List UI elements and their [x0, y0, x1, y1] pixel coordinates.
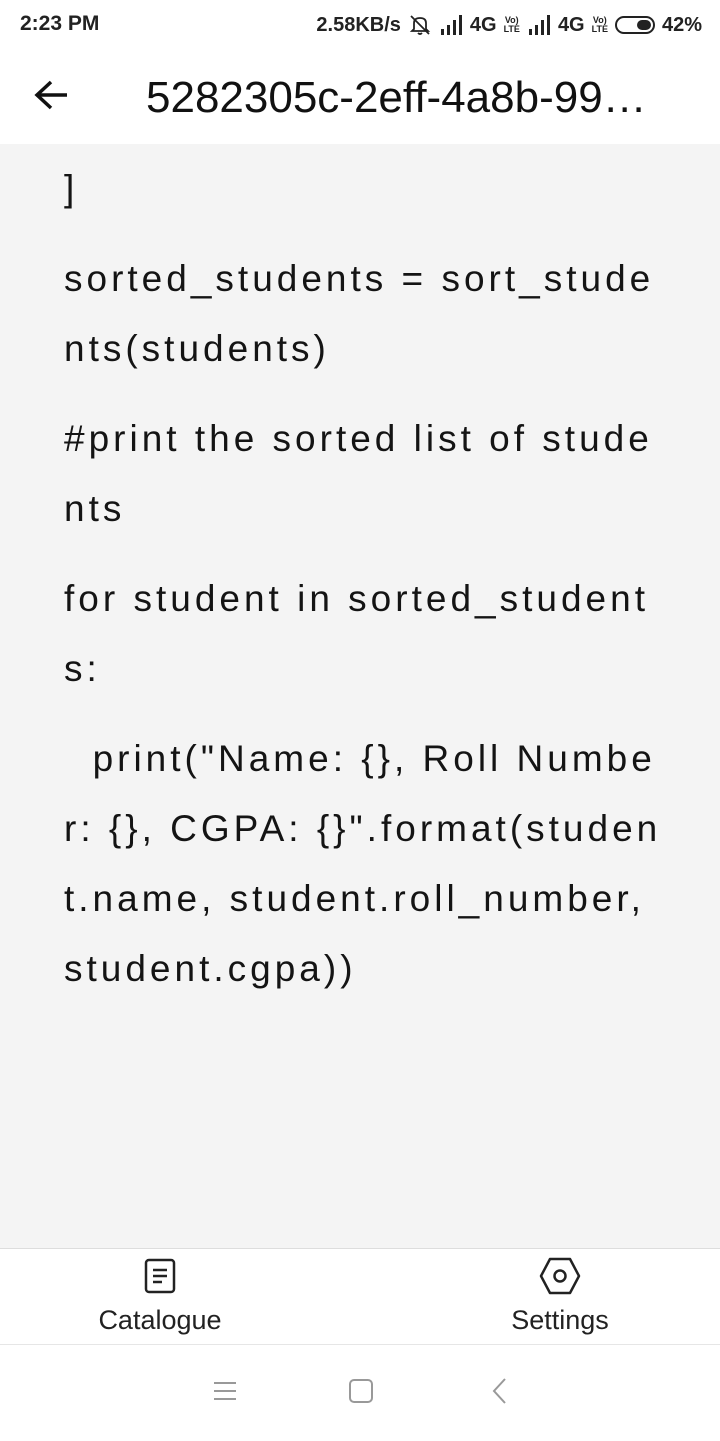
- bottom-nav: Catalogue Settings: [0, 1248, 720, 1345]
- nav-settings[interactable]: Settings: [460, 1249, 660, 1345]
- code-text: ] sorted_students = sort_students(studen…: [64, 154, 674, 1024]
- signal-icon: [527, 14, 551, 36]
- system-nav-bar: [0, 1344, 720, 1441]
- menu-button[interactable]: [205, 1375, 245, 1411]
- page-title: 5282305c-2eff-4a8b-99…: [146, 73, 647, 122]
- status-bar: 2:23 PM 2.58KB/s 4G Vo) LTE 4G Vo) LTE 4…: [0, 0, 720, 50]
- code-line: sorted_students = sort_students(students…: [64, 258, 655, 369]
- battery-percent: 42%: [661, 13, 702, 36]
- code-line: print("Name: {}, Roll Number: {}, CGPA: …: [64, 738, 662, 989]
- volte-label-bottom: LTE: [503, 24, 520, 34]
- nav-catalogue[interactable]: Catalogue: [60, 1249, 260, 1345]
- code-line: for student in sorted_students:: [64, 578, 649, 689]
- file-content[interactable]: ] sorted_students = sort_students(studen…: [0, 144, 720, 1248]
- back-chevron-icon: [490, 1377, 510, 1410]
- code-line: #print the sorted list of students: [64, 418, 653, 529]
- volte-badge-1: Vo) LTE: [504, 16, 520, 34]
- battery-icon: [614, 16, 655, 34]
- nav-settings-label: Settings: [511, 1305, 609, 1335]
- home-square-icon: [347, 1377, 375, 1410]
- home-button[interactable]: [341, 1375, 381, 1411]
- volte-label-bottom: LTE: [591, 24, 608, 34]
- document-icon: [144, 1257, 176, 1295]
- status-icons: 2.58KB/s 4G Vo) LTE 4G Vo) LTE 42%: [316, 11, 702, 39]
- network-type-1: 4G: [469, 13, 497, 36]
- network-speed: 2.58KB/s: [316, 13, 401, 36]
- volte-badge-2: Vo) LTE: [592, 16, 608, 34]
- hexagon-settings-icon: [539, 1257, 581, 1295]
- app-bar: 5282305c-2eff-4a8b-99…: [0, 50, 720, 144]
- network-type-2: 4G: [557, 13, 585, 36]
- code-line: ]: [64, 168, 79, 209]
- signal-icon: [439, 14, 463, 36]
- menu-icon: [212, 1379, 238, 1408]
- mute-icon: [408, 13, 432, 37]
- status-time: 2:23 PM: [20, 12, 100, 35]
- nav-catalogue-label: Catalogue: [98, 1305, 222, 1335]
- back-button[interactable]: [20, 72, 84, 122]
- arrow-left-icon: [34, 79, 70, 116]
- system-back-button[interactable]: [480, 1375, 520, 1411]
